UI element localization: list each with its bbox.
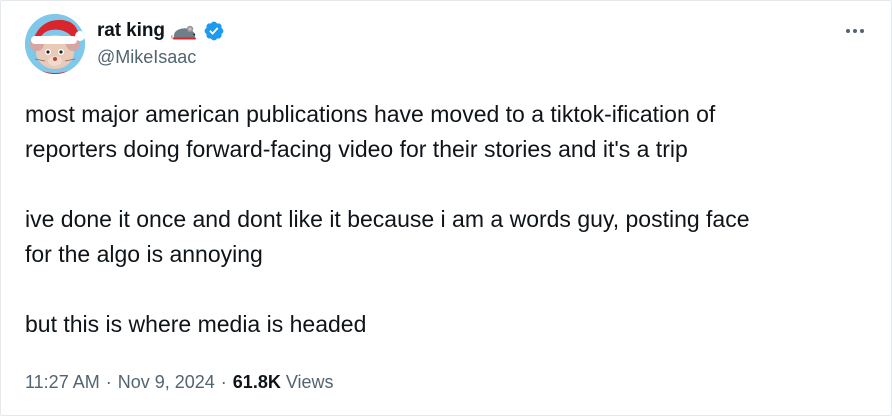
author-handle[interactable]: @MikeIsaac	[97, 47, 196, 68]
views-count[interactable]: 61.8K	[233, 372, 281, 393]
author-name-row: rat king	[97, 18, 225, 44]
tweet-paragraph: ive done it once and dont like it becaus…	[25, 206, 750, 267]
tweet-date[interactable]: Nov 9, 2024	[118, 372, 215, 393]
avatar[interactable]	[25, 14, 85, 74]
tweet-card: rat king @MikeIsaac most major american …	[0, 0, 892, 416]
tweet-text: most major american publications have mo…	[25, 97, 869, 342]
more-dots-icon-dot	[860, 29, 864, 33]
views-label: Views	[285, 372, 334, 392]
display-name[interactable]: rat king	[97, 20, 165, 42]
tweet-meta: 11:27 AM · Nov 9, 2024 · 61.8K Views	[25, 372, 334, 393]
meta-separator: ·	[105, 372, 112, 392]
meta-separator: ·	[220, 372, 227, 392]
tweet-paragraph: but this is where media is headed	[25, 311, 367, 337]
tweet-time[interactable]: 11:27 AM	[25, 372, 100, 393]
avatar-icon	[25, 14, 85, 74]
more-options-button[interactable]	[841, 21, 869, 41]
rat-emoji	[170, 21, 197, 41]
verified-check-icon	[203, 20, 225, 42]
tweet-paragraph: most major american publications have mo…	[25, 101, 716, 162]
more-dots-icon-dot	[853, 29, 857, 33]
more-dots-icon	[846, 29, 850, 33]
